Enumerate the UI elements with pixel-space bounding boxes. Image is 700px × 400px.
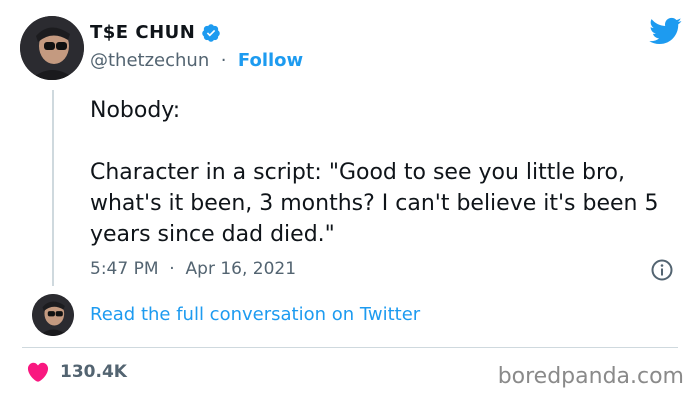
thread-line <box>52 90 54 286</box>
tweet-time: 5:47 PM <box>90 259 159 279</box>
tweet-text: Nobody: Character in a script: "Good to … <box>90 95 680 250</box>
author-avatar[interactable] <box>20 16 84 80</box>
timestamp-separator: · <box>163 259 181 279</box>
follow-button[interactable]: Follow <box>238 50 303 71</box>
embedded-tweet-card: T$E CHUN @thetzechun · Follow Nobody: Ch… <box>0 0 700 400</box>
tweet-text-gap <box>90 126 680 157</box>
twitter-bird-icon[interactable] <box>648 14 682 48</box>
site-watermark: boredpanda.com <box>497 364 684 389</box>
like-count: 130.4K <box>60 362 127 382</box>
info-icon[interactable] <box>650 258 674 282</box>
author-display-name[interactable]: T$E CHUN <box>90 22 195 43</box>
author-handle-row: @thetzechun · Follow <box>90 50 303 71</box>
read-full-conversation-link[interactable]: Read the full conversation on Twitter <box>90 304 420 325</box>
tweet-timestamp[interactable]: 5:47 PM · Apr 16, 2021 <box>90 259 296 279</box>
divider <box>22 347 678 348</box>
handle-separator: · <box>214 50 233 71</box>
heart-icon <box>27 362 49 382</box>
verified-badge-icon <box>202 23 221 42</box>
tweet-text-line: Nobody: <box>90 98 181 123</box>
author-name-row: T$E CHUN <box>90 22 221 43</box>
tweet-date: Apr 16, 2021 <box>185 259 297 279</box>
reply-avatar[interactable] <box>32 294 74 336</box>
author-handle[interactable]: @thetzechun <box>90 50 209 71</box>
like-button[interactable]: 130.4K <box>26 360 127 384</box>
tweet-text-line: Character in a script: "Good to see you … <box>90 160 659 247</box>
